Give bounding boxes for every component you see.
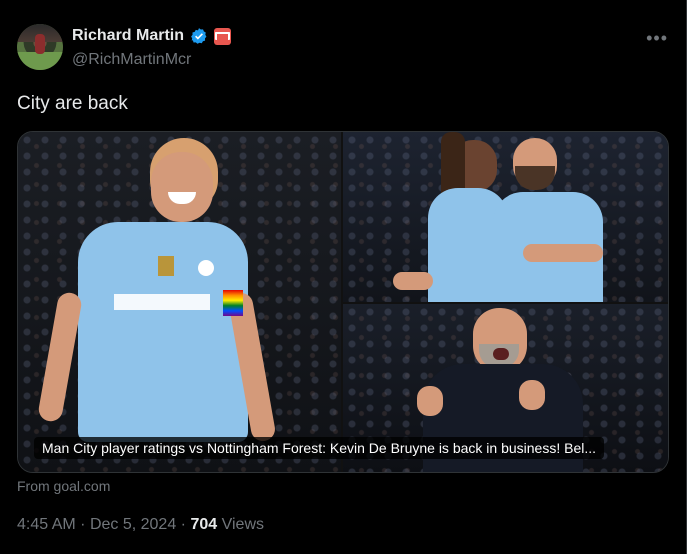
tweet-text: City are back bbox=[17, 93, 128, 114]
author-handle[interactable]: @RichMartinMcr bbox=[72, 51, 191, 69]
tweet-date[interactable]: Dec 5, 2024 bbox=[90, 516, 176, 533]
author-name-row: Richard Martin bbox=[72, 27, 232, 45]
photo-de-bruyne bbox=[18, 132, 341, 472]
tweet-header: Richard Martin @RichMartinMcr ••• bbox=[17, 24, 670, 74]
avatar[interactable] bbox=[17, 24, 63, 70]
meta-separator: · bbox=[80, 516, 86, 533]
views-label: Views bbox=[221, 516, 264, 533]
verified-badge-icon[interactable] bbox=[190, 27, 208, 45]
meta-separator: · bbox=[180, 516, 186, 533]
display-name[interactable]: Richard Martin bbox=[72, 27, 184, 45]
photo-celebration bbox=[343, 132, 668, 302]
tweet-metadata: 4:45 AM · Dec 5, 2024 · 704 Views bbox=[17, 516, 264, 534]
media-caption: Man City player ratings vs Nottingham Fo… bbox=[34, 437, 605, 459]
link-card-media[interactable]: Man City player ratings vs Nottingham Fo… bbox=[17, 131, 669, 473]
views-count[interactable]: 704 bbox=[190, 516, 217, 533]
more-options-icon[interactable]: ••• bbox=[646, 28, 668, 49]
card-source[interactable]: From goal.com bbox=[17, 478, 110, 494]
tweet-time[interactable]: 4:45 AM bbox=[17, 516, 76, 533]
affiliate-badge-icon[interactable] bbox=[214, 27, 232, 45]
